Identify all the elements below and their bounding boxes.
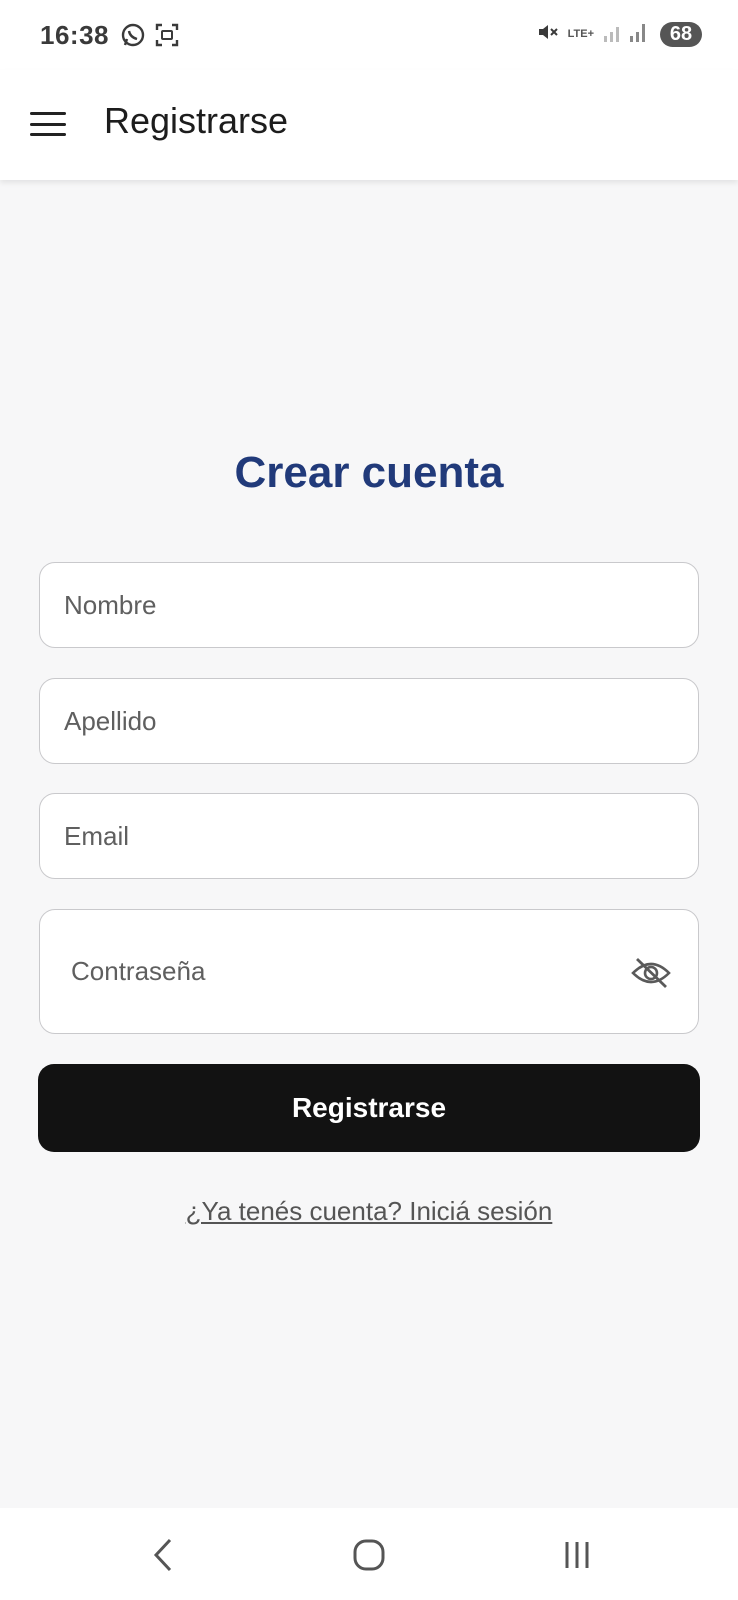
home-icon[interactable] xyxy=(344,1530,394,1580)
recents-icon[interactable] xyxy=(552,1530,602,1580)
apellido-input[interactable] xyxy=(40,679,698,763)
register-screen: 16:38 LTE+ 68 Registrarse Crear cuenta N… xyxy=(0,0,738,1600)
hamburger-menu-icon[interactable] xyxy=(28,106,68,142)
nombre-field[interactable] xyxy=(39,562,699,648)
network-label: LTE+ xyxy=(567,28,594,40)
menu-line xyxy=(30,122,66,126)
mute-icon xyxy=(536,20,560,49)
back-icon[interactable] xyxy=(138,1530,188,1580)
battery-icon: 68 xyxy=(660,22,702,47)
signal-icon xyxy=(602,20,652,49)
password-input[interactable] xyxy=(40,910,698,1033)
app-title: Registrarse xyxy=(104,100,289,141)
login-link[interactable]: ¿Ya tenés cuenta? Iniciá sesión xyxy=(0,1196,738,1227)
app-bar: Registrarse xyxy=(0,70,738,180)
page-title: Crear cuenta xyxy=(234,448,504,497)
password-field[interactable] xyxy=(39,909,699,1034)
menu-line xyxy=(30,133,66,136)
status-time: 16:38 xyxy=(40,20,109,50)
apellido-field[interactable] xyxy=(39,678,699,764)
status-bar: 16:38 LTE+ 68 xyxy=(0,0,738,70)
nombre-input[interactable] xyxy=(40,563,698,647)
email-field[interactable] xyxy=(39,793,699,879)
eye-off-icon[interactable] xyxy=(630,956,672,990)
menu-line xyxy=(30,112,66,115)
screenshot-icon xyxy=(154,22,180,53)
whatsapp-icon xyxy=(120,22,146,53)
email-input[interactable] xyxy=(40,794,698,878)
status-left-icons xyxy=(120,22,180,53)
status-right-icons: LTE+ 68 xyxy=(536,20,702,49)
system-nav-bar xyxy=(0,1508,738,1600)
register-button[interactable]: Registrarse xyxy=(38,1064,700,1152)
